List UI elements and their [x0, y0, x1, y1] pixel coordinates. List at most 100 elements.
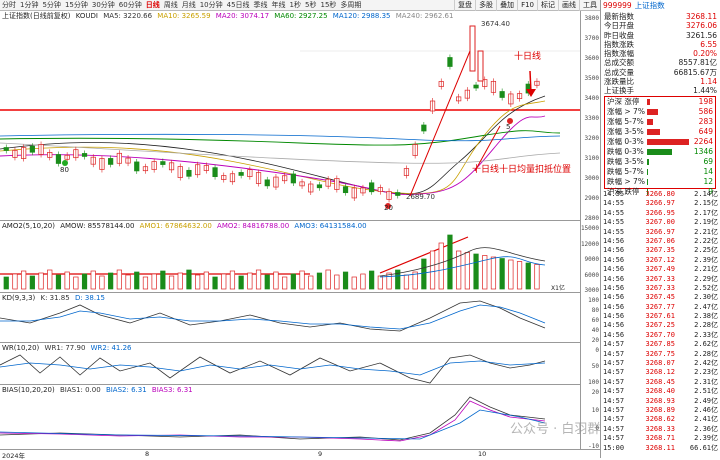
distribution-row: 涨幅 0-3%2264	[605, 137, 715, 147]
volume-bar	[309, 276, 314, 289]
distribution-bar	[647, 119, 653, 125]
tick-price: 3267.12	[629, 256, 675, 265]
tick-price: 3266.80	[629, 190, 675, 199]
distribution-label: 跌幅 0-3%	[607, 147, 647, 157]
bias-chart[interactable]	[0, 385, 580, 449]
tick-price: 3268.11	[629, 444, 675, 453]
volume-bar	[439, 243, 444, 289]
volume-chart[interactable]	[0, 221, 580, 293]
date-axis: 2024年 8 9 10	[0, 449, 600, 458]
quote-label: 今日开盘	[604, 21, 634, 30]
volume-bar	[369, 271, 374, 289]
tick-row: 14:563267.772.47亿	[601, 303, 720, 312]
tick-list[interactable]: 14:553266.802.14亿14:553266.972.15亿14:553…	[601, 190, 720, 453]
quote-label: 最新指数	[604, 12, 634, 21]
volume-bar	[404, 275, 409, 289]
axis-tick-label: 12000	[581, 241, 599, 248]
tick-time: 14:56	[603, 312, 629, 321]
distribution-bar	[647, 109, 658, 115]
period-tab[interactable]: 5分钟	[40, 0, 62, 11]
toolbar-button[interactable]: 多股	[475, 0, 496, 11]
price-panel: 上证指数(日线前复权) KOUDI MA5: 3220.66 MA10: 326…	[0, 11, 580, 221]
tick-volume: 2.49亿	[675, 397, 718, 406]
tick-volume: 2.51亿	[675, 387, 718, 396]
volume-bar	[448, 235, 453, 289]
candlestick-chart[interactable]	[0, 11, 580, 221]
tick-time: 14:55	[603, 228, 629, 237]
tick-price: 3268.62	[629, 415, 675, 424]
tick-time: 14:57	[603, 368, 629, 377]
tick-volume: 2.41亿	[675, 415, 718, 424]
volume-bar	[535, 265, 540, 290]
period-tab[interactable]: 15秒	[318, 0, 338, 11]
volume-bar	[21, 271, 26, 289]
period-tab[interactable]: 分时	[0, 0, 18, 11]
volume-bar	[135, 272, 140, 289]
period-tab[interactable]: 月线	[180, 0, 198, 11]
period-tab[interactable]: 10分钟	[198, 0, 225, 11]
tick-row: 15:003268.1166.61亿	[601, 444, 720, 453]
quote-stats: 最新指数3268.11今日开盘3276.06昨日收盘3261.56指数涨跌6.5…	[601, 12, 720, 96]
tick-volume: 66.61亿	[675, 444, 718, 453]
period-tab[interactable]: 多周期	[338, 0, 363, 11]
tick-row: 14:563267.702.33亿	[601, 331, 720, 340]
period-tab[interactable]: 周线	[162, 0, 180, 11]
toolbar-button[interactable]: 标记	[537, 0, 558, 11]
distribution-count: 2264	[694, 137, 713, 147]
quote-row: 指数涨跌6.55	[601, 40, 720, 49]
toolbar-button[interactable]: 工具	[579, 0, 600, 11]
axis-tick-label: 50	[592, 363, 599, 370]
period-tab[interactable]: 1分钟	[18, 0, 40, 11]
kd-d-line	[0, 305, 545, 329]
tick-price: 3267.85	[629, 340, 675, 349]
kd-chart[interactable]	[0, 293, 580, 343]
price-axis: 3800370036003500340033003200310030002900…	[580, 11, 600, 221]
tick-time: 14:57	[603, 434, 629, 443]
volume-bar	[169, 276, 174, 289]
toolbar-button[interactable]: 复盘	[454, 0, 475, 11]
tick-price: 3267.70	[629, 331, 675, 340]
tick-price: 3266.97	[629, 228, 675, 237]
tick-time: 14:57	[603, 387, 629, 396]
distribution-count: 1346	[694, 147, 713, 157]
period-tab[interactable]: 年线	[270, 0, 288, 11]
toolbar-button[interactable]: 叠加	[496, 0, 517, 11]
volume-bar	[204, 272, 209, 289]
period-tab[interactable]: 日线	[144, 0, 162, 11]
period-tab[interactable]: 5秒	[303, 0, 318, 11]
tick-time: 14:55	[603, 209, 629, 218]
toolbar-button[interactable]: 画线	[558, 0, 579, 11]
tick-price: 3268.71	[629, 434, 675, 443]
quote-value: 1.44%	[693, 86, 717, 95]
volume-bar	[491, 257, 496, 289]
tick-price: 3268.45	[629, 378, 675, 387]
period-tab[interactable]: 15分钟	[63, 0, 90, 11]
axis-tick-label: 0	[595, 347, 599, 354]
period-tab[interactable]: 季线	[252, 0, 270, 11]
mark-label-80: 80	[60, 166, 69, 175]
toolbar-button[interactable]: F10	[517, 0, 537, 11]
volume-bar	[291, 274, 296, 289]
ten-day-volume-annotation: 十日线十日均量扣抵位置	[472, 162, 571, 175]
distribution-row: 涨幅 5-7%283	[605, 117, 715, 127]
tick-time: 14:57	[603, 406, 629, 415]
volume-bar	[74, 277, 79, 289]
period-tab[interactable]: 1秒	[288, 0, 303, 11]
tick-time: 14:57	[603, 397, 629, 406]
bias-axis: 20100-10	[580, 385, 600, 449]
tick-volume: 2.15亿	[675, 199, 718, 208]
wr-chart[interactable]	[0, 343, 580, 385]
ma60-line	[0, 131, 560, 146]
tick-time: 14:56	[603, 293, 629, 302]
tick-row: 14:563267.062.22亿	[601, 237, 720, 246]
period-tab[interactable]: 45日线	[225, 0, 252, 11]
period-tab[interactable]: 30分钟	[90, 0, 117, 11]
volume-bar	[161, 271, 166, 289]
quote-name: 上证指数	[635, 0, 665, 12]
volume-axis: 1500012000900060003000	[580, 221, 600, 293]
period-tab[interactable]: 60分钟	[117, 0, 144, 11]
tick-volume: 2.21亿	[675, 265, 718, 274]
tick-row: 14:553267.002.19亿	[601, 218, 720, 227]
tick-time: 14:57	[603, 359, 629, 368]
tick-volume: 2.62亿	[675, 340, 718, 349]
